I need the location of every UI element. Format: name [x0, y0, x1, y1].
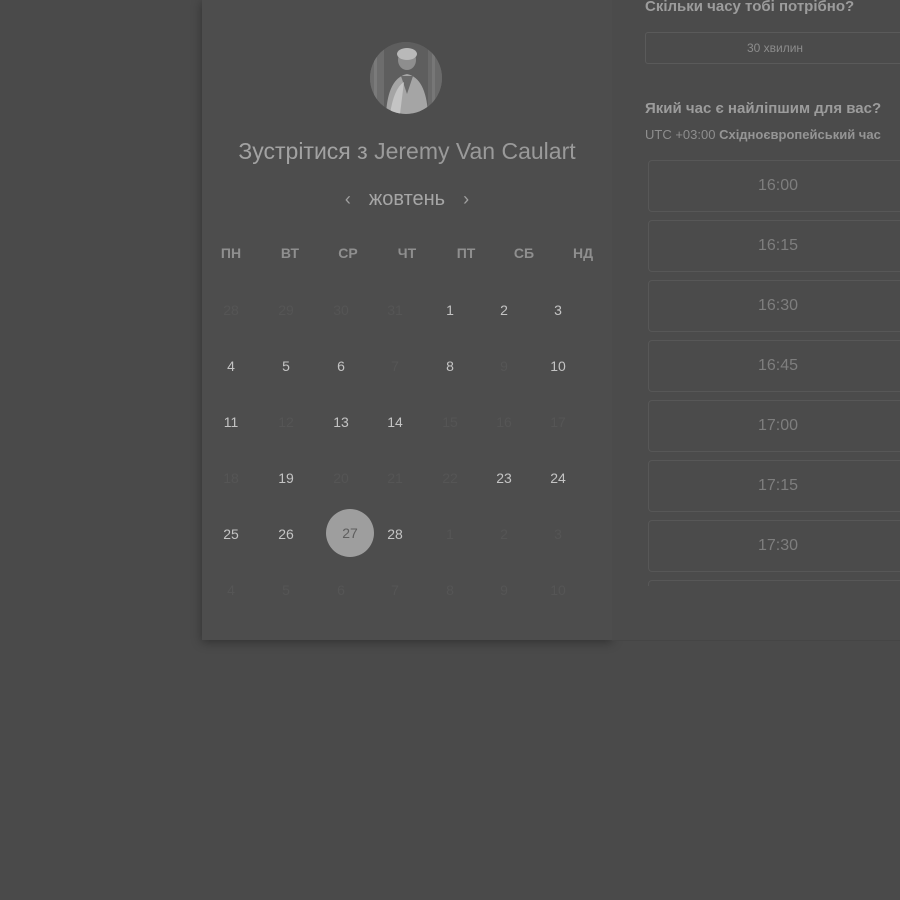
time-slot-button[interactable]: 17:45 — [648, 580, 900, 586]
weekday-label: ЧТ — [397, 245, 417, 261]
calendar-day-selected[interactable]: 27 — [326, 509, 374, 557]
calendar-day: 16 — [496, 414, 512, 430]
booking-page: Зустрітися з Jeremy Van Caulart ‹ жовтен… — [0, 0, 900, 900]
calendar-day[interactable]: 28 — [371, 510, 419, 558]
time-slot-button[interactable]: 16:15 — [648, 220, 900, 272]
time-slot-button[interactable]: 16:45 — [648, 340, 900, 392]
calendar-day[interactable]: 3 — [534, 286, 582, 334]
time-slot-button[interactable]: 17:30 — [648, 520, 900, 572]
time-slot-button[interactable]: 16:30 — [648, 280, 900, 332]
calendar-day: 17 — [550, 414, 566, 430]
host-name: Jeremy Van Caulart — [374, 138, 576, 164]
calendar-day: 5 — [282, 582, 290, 598]
calendar-day[interactable]: 23 — [480, 454, 528, 502]
calendar-day: 28 — [223, 302, 239, 318]
calendar-day[interactable]: 24 — [534, 454, 582, 502]
timezone-name: Східноєвропейський час — [719, 127, 881, 142]
weekday-label: СБ — [513, 245, 535, 261]
weekday-label: ПТ — [456, 245, 476, 261]
time-slot-button[interactable]: 17:15 — [648, 460, 900, 512]
meeting-title: Зустрітися з Jeremy Van Caulart — [202, 138, 612, 165]
host-avatar — [370, 42, 442, 114]
calendar-day: 2 — [500, 526, 508, 542]
calendar-day: 1 — [446, 526, 454, 542]
calendar-day: 10 — [550, 582, 566, 598]
calendar-day: 7 — [391, 582, 399, 598]
calendar-day: 31 — [387, 302, 403, 318]
weekday-label: ПН — [220, 245, 242, 261]
weekday-label: ВТ — [280, 245, 300, 261]
calendar-day[interactable]: 25 — [207, 510, 255, 558]
calendar-day: 18 — [223, 470, 239, 486]
calendar-day[interactable]: 19 — [262, 454, 310, 502]
calendar-day: 7 — [391, 358, 399, 374]
meeting-title-prefix: Зустрітися з — [238, 138, 368, 164]
duration-select[interactable]: 30 хвилин — [645, 32, 900, 64]
weekday-header: ПН ВТ СР ЧТ ПТ СБ НД — [205, 245, 613, 265]
time-slot-button[interactable]: 16:00 — [648, 160, 900, 212]
calendar-day[interactable]: 13 — [317, 398, 365, 446]
calendar-day[interactable]: 1 — [426, 286, 474, 334]
calendar-day: 9 — [500, 582, 508, 598]
calendar-day[interactable]: 5 — [262, 342, 310, 390]
calendar-day[interactable]: 2 — [480, 286, 528, 334]
time-question: Який час є найліпшим для вас? — [645, 100, 882, 117]
calendar-day: 4 — [227, 582, 235, 598]
weekday-label: СР — [338, 245, 358, 261]
avatar-photo — [370, 42, 442, 114]
calendar-day: 8 — [446, 582, 454, 598]
chevron-right-icon[interactable]: › — [459, 189, 473, 210]
calendar-day: 29 — [278, 302, 294, 318]
calendar-day[interactable]: 8 — [426, 342, 474, 390]
month-navigation: ‹ жовтень › — [202, 186, 612, 212]
calendar-day[interactable]: 4 — [207, 342, 255, 390]
calendar-day: 15 — [442, 414, 458, 430]
calendar-day[interactable]: 14 — [371, 398, 419, 446]
calendar-day: 20 — [333, 470, 349, 486]
weekday-label: НД — [572, 245, 594, 261]
time-slot-list[interactable]: 16:00 16:15 16:30 16:45 17:00 17:15 17:30 17:45 — [648, 160, 900, 586]
calendar-day[interactable]: 11 — [207, 398, 255, 446]
chevron-left-icon[interactable]: ‹ — [341, 189, 355, 210]
calendar-day[interactable]: 26 — [262, 510, 310, 558]
calendar-day: 22 — [442, 470, 458, 486]
duration-question: Скільки часу тобі потрібно? — [645, 0, 855, 15]
calendar-day: 21 — [387, 470, 403, 486]
current-month: жовтень — [368, 187, 446, 210]
calendar-day: 9 — [500, 358, 508, 374]
calendar-day[interactable]: 6 — [317, 342, 365, 390]
time-slot-button[interactable]: 17:00 — [648, 400, 900, 452]
calendar-day: 3 — [554, 526, 562, 542]
timezone-label: UTC +03:00 Східноєвропейський час — [645, 127, 881, 142]
calendar-day: 30 — [333, 302, 349, 318]
calendar-day: 12 — [278, 414, 294, 430]
timezone-offset: UTC +03:00 — [645, 127, 716, 142]
calendar-day: 6 — [337, 582, 345, 598]
calendar-day[interactable]: 10 — [534, 342, 582, 390]
